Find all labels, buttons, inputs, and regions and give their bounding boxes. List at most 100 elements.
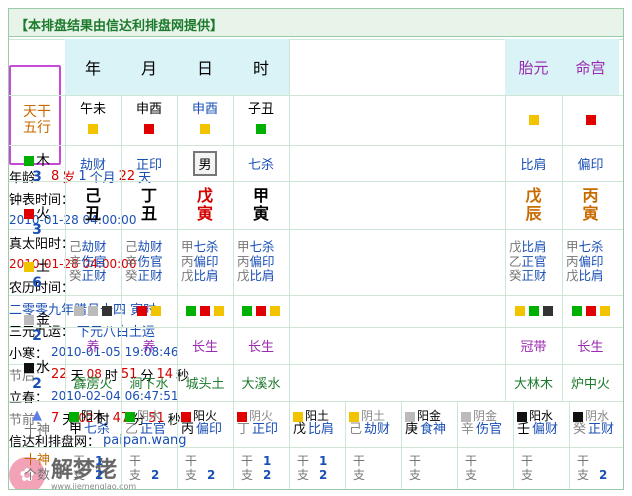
life-stage: 长生 xyxy=(562,328,619,363)
count-value: 2 xyxy=(263,468,272,482)
column-header-label: 日 xyxy=(196,59,213,78)
hidden-stems-cell: 甲七杀 丙偏印 戊比肩 xyxy=(177,230,233,294)
element-color-icon xyxy=(573,411,583,422)
stage-text: 冠带 xyxy=(520,340,547,355)
count-label: 支 xyxy=(241,468,254,482)
element-squares xyxy=(121,296,177,326)
stem-shishen: 比肩 xyxy=(578,268,604,284)
color-square-icon xyxy=(585,115,596,125)
gan-text: 戊 xyxy=(196,185,213,205)
zhi-text: 丑 xyxy=(84,204,101,223)
shishen-name: 偏财 xyxy=(532,422,559,438)
column-header: 胎元 xyxy=(505,39,562,95)
stem: 辛 xyxy=(461,422,475,438)
shishen-text: 比肩 xyxy=(520,157,547,173)
element-color-icon xyxy=(24,261,34,272)
color-square-icon xyxy=(585,306,596,316)
gan-zhi-cell: 戊辰 xyxy=(505,182,562,228)
count-label: 支 xyxy=(409,468,422,482)
nayin-text: 炉中火 xyxy=(570,377,610,392)
stem: 戊 xyxy=(293,422,307,438)
stage-text: 养 xyxy=(86,340,100,355)
life-stage: 长生 xyxy=(177,328,233,363)
nayin-text: 大溪水 xyxy=(241,377,281,392)
shishen-legend: 阳金庚食神 xyxy=(401,402,457,446)
element-count: 土6 xyxy=(9,252,65,298)
color-square-icon xyxy=(200,306,210,316)
gan-zhi-cell: 己丑 xyxy=(65,182,121,228)
nayin: 大溪水 xyxy=(233,365,289,400)
column-header: 时 xyxy=(233,39,289,95)
hidden-stem-row: 癸正财 xyxy=(69,269,107,283)
life-stage: 冠带 xyxy=(505,328,562,363)
ganzhi-cell: 申酉 xyxy=(121,96,177,144)
stem: 辛 xyxy=(69,253,82,269)
count-label: 支 xyxy=(521,468,534,482)
element-color-icon xyxy=(69,411,79,422)
stem: 戊 xyxy=(509,239,522,255)
nayin-text: 城头土 xyxy=(185,377,225,392)
stem: 甲 xyxy=(566,239,579,255)
stem-shishen: 伤官 xyxy=(81,253,107,269)
color-square-icon xyxy=(137,306,147,316)
hidden-stem-row: 丙偏印 xyxy=(566,253,604,269)
element-color-icon xyxy=(24,314,34,325)
shishen-text: 正印 xyxy=(135,157,162,173)
stem: 己 xyxy=(69,239,82,255)
hidden-stem-row: 甲七杀 xyxy=(237,240,275,254)
life-stage: 长生 xyxy=(233,328,289,363)
stem: 甲 xyxy=(237,239,250,255)
count-value: 2 xyxy=(95,468,104,482)
ganzhi-cell: 午未 xyxy=(65,96,121,144)
element-squares xyxy=(562,296,619,326)
yinyang-element: 阳水 xyxy=(529,408,554,423)
yinyang-element: 阳火 xyxy=(193,408,218,423)
color-square-icon xyxy=(102,306,112,316)
element-count: 水2 xyxy=(9,353,65,399)
color-square-icon xyxy=(514,306,525,316)
gan-text: 己 xyxy=(84,185,101,205)
stem-shishen: 比肩 xyxy=(193,268,219,284)
color-square-icon xyxy=(74,306,84,316)
nayin: 大林木 xyxy=(505,365,562,400)
shishen-name: 伤官 xyxy=(476,422,503,438)
shishen-legend: 阳木甲七杀 xyxy=(65,402,121,446)
element-color-icon xyxy=(405,411,415,422)
zhi-text: 辰 xyxy=(525,204,542,223)
shishen-text: 劫财 xyxy=(79,157,106,173)
shishen-cell[interactable]: 男 xyxy=(177,146,233,180)
stem: 癸 xyxy=(573,422,587,438)
hidden-stem-row: 己劫财 xyxy=(69,240,107,254)
stage-text: 长生 xyxy=(191,340,218,355)
element-count: 木3 xyxy=(9,146,65,192)
element-squares xyxy=(177,296,233,326)
nayin-text: 霹雳火 xyxy=(73,377,113,392)
count-value: 2 xyxy=(319,468,328,482)
shishen-text: 七杀 xyxy=(247,157,274,173)
color-square-icon xyxy=(186,306,196,316)
yinyang-element: 阴土 xyxy=(361,408,386,423)
nayin: 霹雳火 xyxy=(65,365,121,400)
stem: 乙 xyxy=(509,253,522,269)
label: 天干 xyxy=(23,103,51,120)
column-header: 月 xyxy=(121,39,177,95)
stage-text: 长生 xyxy=(247,340,274,355)
hidden-stem-row: 甲七杀 xyxy=(181,240,219,254)
banner-text: 【本排盘结果由信达利排盘网提供】 xyxy=(15,19,224,34)
gan-zhi-cell: 甲寅 xyxy=(233,182,289,228)
shishen-name: 正印 xyxy=(252,422,279,438)
label: 个数 xyxy=(23,468,50,483)
stem: 庚 xyxy=(405,422,419,438)
stem-shishen: 偏印 xyxy=(193,253,219,269)
element-count-value: 2 xyxy=(32,328,42,344)
count-label: 干 xyxy=(577,454,590,469)
color-square-icon xyxy=(214,306,224,316)
hidden-stem-row: 甲七杀 xyxy=(566,240,604,254)
stem-shishen: 七杀 xyxy=(193,239,219,255)
stem-shishen: 正财 xyxy=(81,268,107,284)
ganzhi-text: 申酉 xyxy=(191,102,218,118)
stem-shishen: 比肩 xyxy=(249,268,275,284)
shishen-legend: 阴土己劫财 xyxy=(345,402,401,446)
zhi-text: 丑 xyxy=(140,204,157,223)
stem-shishen: 偏印 xyxy=(578,253,604,269)
